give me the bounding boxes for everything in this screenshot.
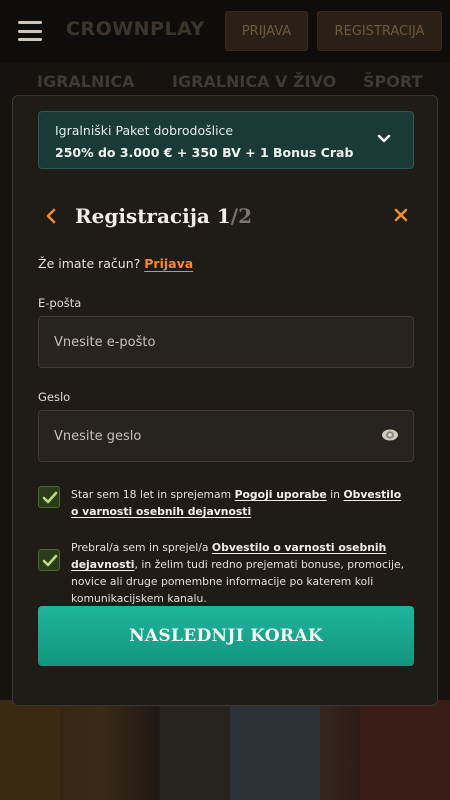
nav-live-casino[interactable]: IGRALNICA V ŽIVO — [172, 72, 336, 91]
login-link[interactable]: Prijava — [144, 256, 193, 271]
register-button[interactable]: REGISTRACIJA — [317, 11, 442, 51]
password-field[interactable]: Vnesite geslo — [38, 410, 414, 462]
have-account-prompt: Že imate račun? Prijava — [38, 256, 194, 271]
password-label: Geslo — [38, 390, 71, 404]
welcome-package-dropdown[interactable]: Igralniški Paket dobrodošlice 250% do 3.… — [38, 111, 414, 169]
modal-header: Registracija 1/2 — [38, 204, 414, 230]
top-bar: CROWNPLAY PRIJAVA REGISTRACIJA — [0, 0, 450, 62]
game-thumbnail — [0, 700, 60, 800]
terms-checkbox[interactable] — [38, 486, 60, 508]
game-thumbnail — [160, 700, 230, 800]
email-label: E-pošta — [38, 296, 82, 310]
login-button[interactable]: PRIJAVA — [225, 11, 308, 51]
marketing-text: Prebral/a sem in sprejel/a Obvestilo o v… — [71, 541, 405, 605]
email-field[interactable]: Vnesite e-pošto — [38, 316, 414, 368]
registration-modal: Igralniški Paket dobrodošlice 250% do 3.… — [12, 95, 438, 706]
step-total: /2 — [230, 204, 253, 228]
menu-icon[interactable] — [18, 21, 42, 41]
show-password-eye-icon[interactable] — [381, 428, 399, 442]
checkmark-icon — [42, 491, 58, 504]
nav-sport[interactable]: ŠPORT — [363, 72, 422, 91]
promo-title: Igralniški Paket dobrodošlice — [55, 123, 234, 138]
terms-text: Star sem 18 let in sprejemam Pogoji upor… — [71, 488, 402, 518]
chevron-down-icon[interactable] — [377, 132, 391, 146]
close-icon[interactable] — [394, 208, 408, 222]
password-placeholder: Vnesite geslo — [54, 428, 142, 444]
checkmark-icon — [42, 554, 58, 567]
email-placeholder: Vnesite e-pošto — [54, 334, 156, 350]
nav-casino[interactable]: IGRALNICA — [37, 72, 134, 91]
promo-offer: 250% do 3.000 € + 350 BV + 1 Bonus Crab — [55, 145, 354, 160]
terms-of-use-link[interactable]: Pogoji uporabe — [235, 488, 327, 501]
background-game-art — [0, 700, 450, 800]
modal-title: Registracija 1/2 — [75, 204, 253, 228]
next-step-button[interactable]: NASLEDNJI KORAK — [38, 606, 414, 666]
logo[interactable]: CROWNPLAY — [66, 18, 205, 40]
marketing-checkbox[interactable] — [38, 549, 60, 571]
game-thumbnail — [360, 700, 450, 800]
back-arrow-icon[interactable] — [44, 207, 58, 225]
game-thumbnail — [230, 700, 320, 800]
